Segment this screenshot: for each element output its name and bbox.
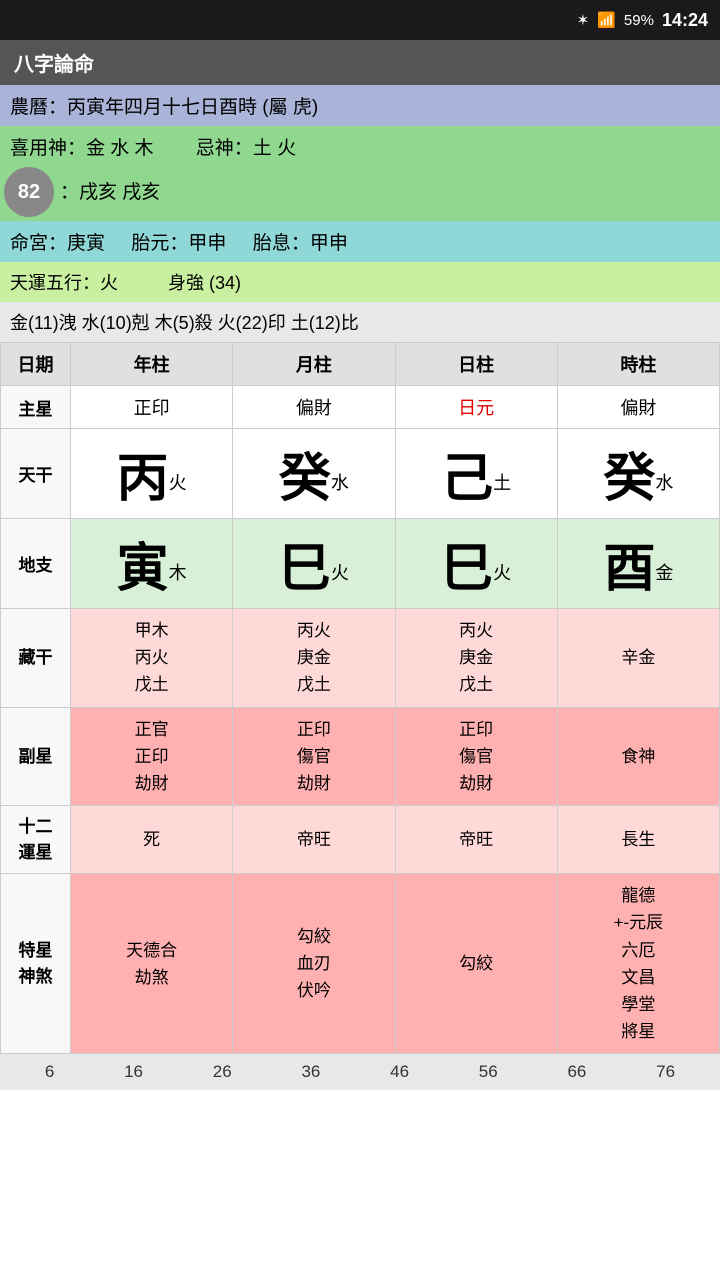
col-rizhu: 日柱 bbox=[395, 343, 557, 386]
table-header-row: 日期 年柱 月柱 日柱 時柱 bbox=[1, 343, 720, 386]
zhuxing-year: 正印 bbox=[71, 386, 233, 429]
fuxing-label: 副星 bbox=[1, 707, 71, 806]
liunian-text: ：戌亥 戌亥 bbox=[60, 182, 160, 203]
zhuxing-hour: 偏財 bbox=[557, 386, 719, 429]
num-6: 6 bbox=[45, 1062, 54, 1082]
num-56: 56 bbox=[479, 1062, 498, 1082]
tiangan-month-big: 癸 bbox=[279, 450, 331, 508]
zhuxing-label: 主星 bbox=[1, 386, 71, 429]
main-table: 日期 年柱 月柱 日柱 時柱 主星 正印 偏財 日元 偏財 天干 丙火 癸水 己… bbox=[0, 342, 720, 1054]
avoid-gods-text: 忌神：土 火 bbox=[196, 138, 296, 159]
zhuxing-day: 日元 bbox=[395, 386, 557, 429]
num-46: 46 bbox=[390, 1062, 409, 1082]
bottom-numbers-row: 6 16 26 36 46 56 66 76 bbox=[0, 1054, 720, 1090]
fuxing-hour: 食神 bbox=[557, 707, 719, 806]
taixi-text: 胎息：甲申 bbox=[253, 233, 348, 254]
tiangan-hour: 癸水 bbox=[557, 429, 719, 519]
col-yuezhu: 月柱 bbox=[233, 343, 395, 386]
num-66: 66 bbox=[567, 1062, 586, 1082]
taiyuan-text: 胎元：甲申 bbox=[131, 233, 226, 254]
tiangan-day: 己土 bbox=[395, 429, 557, 519]
bluetooth-icon: ✶ bbox=[577, 11, 590, 29]
gods-row: 喜用神：金 水 木 忌神：土 火 bbox=[0, 126, 720, 167]
tiangan-row: 天干 丙火 癸水 己土 癸水 bbox=[1, 429, 720, 519]
dizhi-month-small: 火 bbox=[331, 563, 349, 583]
dizhi-month-big: 巳 bbox=[279, 540, 331, 598]
tiangan-month: 癸水 bbox=[233, 429, 395, 519]
tiangan-month-small: 水 bbox=[331, 473, 349, 493]
minggong-text: 命宮：庚寅 bbox=[10, 233, 105, 254]
tianyun-row: 天運五行：火 身強 (34) bbox=[0, 262, 720, 302]
battery-text: 59% bbox=[624, 12, 654, 29]
title-bar: 八字論命 bbox=[0, 40, 720, 85]
dizhi-year-big: 寅 bbox=[117, 540, 169, 598]
twelve-row: 十二運星 死 帝旺 帝旺 長生 bbox=[1, 806, 720, 874]
num-36: 36 bbox=[301, 1062, 320, 1082]
dizhi-label: 地支 bbox=[1, 519, 71, 609]
dizhi-hour: 酉金 bbox=[557, 519, 719, 609]
twelve-year: 死 bbox=[71, 806, 233, 874]
time-display: 14:24 bbox=[662, 10, 708, 31]
wuxing-row: 金(11)洩 水(10)剋 木(5)殺 火(22)印 土(12)比 bbox=[0, 302, 720, 342]
special-label: 特星神煞 bbox=[1, 874, 71, 1054]
liunian-row: 82 ：戌亥 戌亥 bbox=[0, 167, 720, 221]
dizhi-hour-big: 酉 bbox=[603, 540, 655, 598]
num-26: 26 bbox=[213, 1062, 232, 1082]
dizhi-row: 地支 寅木 巳火 巳火 酉金 bbox=[1, 519, 720, 609]
lunar-date-text: 農曆：丙寅年四月十七日酉時 (屬 虎) bbox=[10, 97, 318, 118]
fuxing-row: 副星 正官正印劫財 正印傷官劫財 正印傷官劫財 食神 bbox=[1, 707, 720, 806]
dizhi-month: 巳火 bbox=[233, 519, 395, 609]
dizhi-hour-small: 金 bbox=[655, 563, 673, 583]
shenqiang-text: 身強 (34) bbox=[168, 273, 241, 293]
fuxing-year: 正官正印劫財 bbox=[71, 707, 233, 806]
twelve-day: 帝旺 bbox=[395, 806, 557, 874]
twelve-month: 帝旺 bbox=[233, 806, 395, 874]
col-nianzhu: 年柱 bbox=[71, 343, 233, 386]
dizhi-year-small: 木 bbox=[169, 563, 187, 583]
dizhi-year: 寅木 bbox=[71, 519, 233, 609]
canggan-hour: 辛金 bbox=[557, 609, 719, 708]
tianyun-text: 天運五行：火 bbox=[10, 273, 118, 293]
canggan-row: 藏干 甲木丙火戊土 丙火庚金戊土 丙火庚金戊土 辛金 bbox=[1, 609, 720, 708]
signal-icon: 📶 bbox=[597, 11, 616, 29]
fuxing-month: 正印傷官劫財 bbox=[233, 707, 395, 806]
tiangan-hour-big: 癸 bbox=[603, 450, 655, 508]
minggong-row: 命宮：庚寅 胎元：甲申 胎息：甲申 bbox=[0, 221, 720, 262]
app-title: 八字論命 bbox=[14, 54, 94, 76]
tiangan-hour-small: 水 bbox=[655, 473, 673, 493]
tiangan-day-big: 己 bbox=[441, 450, 493, 508]
score-badge: 82 bbox=[4, 167, 54, 217]
canggan-month: 丙火庚金戊土 bbox=[233, 609, 395, 708]
twelve-label: 十二運星 bbox=[1, 806, 71, 874]
tiangan-year: 丙火 bbox=[71, 429, 233, 519]
zhuxing-month: 偏財 bbox=[233, 386, 395, 429]
col-shizhu: 時柱 bbox=[557, 343, 719, 386]
tiangan-label: 天干 bbox=[1, 429, 71, 519]
special-month: 勾絞血刃伏吟 bbox=[233, 874, 395, 1054]
tiangan-year-big: 丙 bbox=[117, 450, 169, 508]
lunar-date-row: 農曆：丙寅年四月十七日酉時 (屬 虎) bbox=[0, 85, 720, 126]
fuxing-day: 正印傷官劫財 bbox=[395, 707, 557, 806]
special-hour: 龍德+-元辰六厄文昌學堂將星 bbox=[557, 874, 719, 1054]
special-row: 特星神煞 天德合劫煞 勾絞血刃伏吟 勾絞 龍德+-元辰六厄文昌學堂將星 bbox=[1, 874, 720, 1054]
dizhi-day: 巳火 bbox=[395, 519, 557, 609]
num-76: 76 bbox=[656, 1062, 675, 1082]
tiangan-day-small: 土 bbox=[493, 473, 511, 493]
canggan-year: 甲木丙火戊土 bbox=[71, 609, 233, 708]
canggan-label: 藏干 bbox=[1, 609, 71, 708]
wuxing-text: 金(11)洩 水(10)剋 木(5)殺 火(22)印 土(12)比 bbox=[10, 309, 359, 335]
favorable-gods-text: 喜用神：金 水 木 bbox=[10, 138, 154, 159]
twelve-hour: 長生 bbox=[557, 806, 719, 874]
dizhi-day-small: 火 bbox=[493, 563, 511, 583]
zhuxing-row: 主星 正印 偏財 日元 偏財 bbox=[1, 386, 720, 429]
canggan-day: 丙火庚金戊土 bbox=[395, 609, 557, 708]
special-day: 勾絞 bbox=[395, 874, 557, 1054]
col-riqi: 日期 bbox=[1, 343, 71, 386]
dizhi-day-big: 巳 bbox=[441, 540, 493, 598]
tiangan-year-small: 火 bbox=[169, 473, 187, 493]
special-year: 天德合劫煞 bbox=[71, 874, 233, 1054]
num-16: 16 bbox=[124, 1062, 143, 1082]
status-bar: ✶ 📶 59% 14:24 bbox=[0, 0, 720, 40]
